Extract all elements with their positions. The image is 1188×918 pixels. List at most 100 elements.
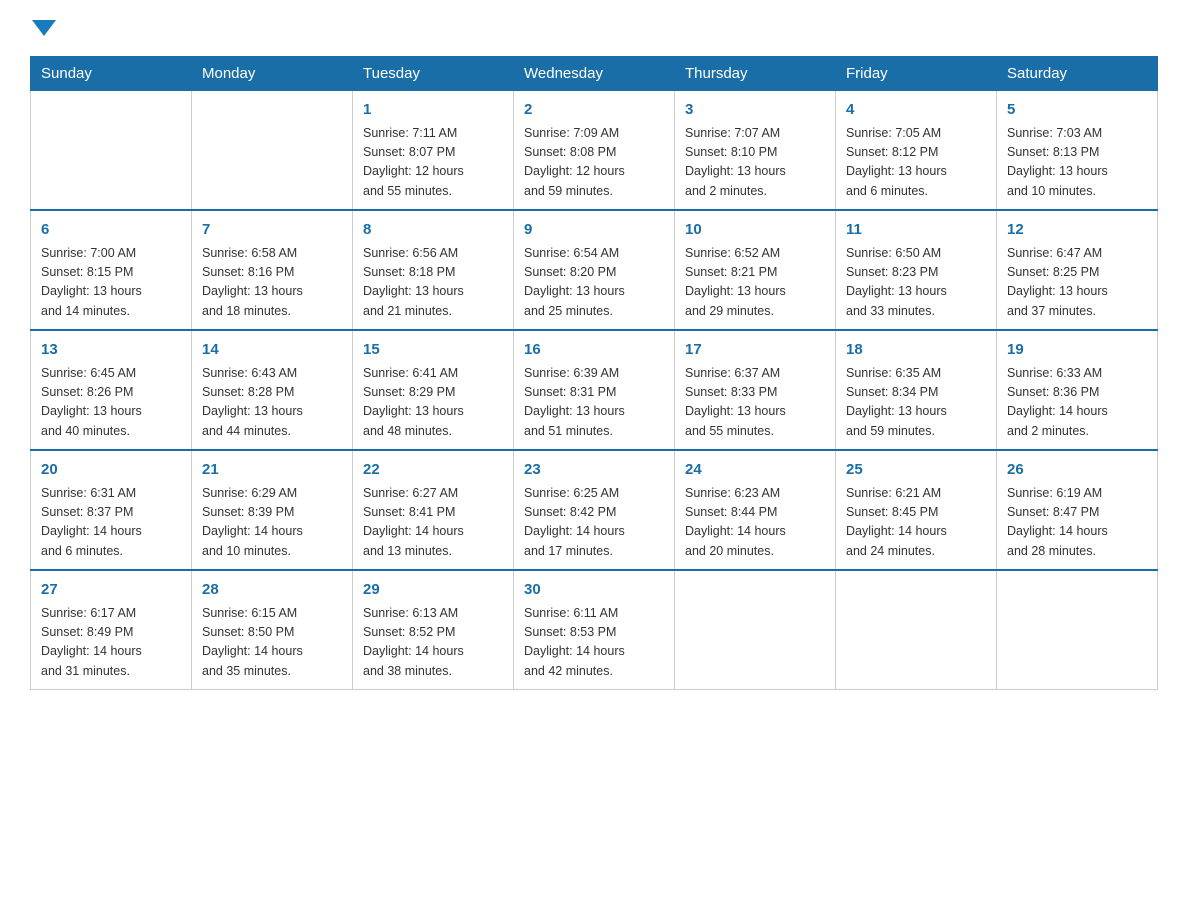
calendar-cell: 10Sunrise: 6:52 AM Sunset: 8:21 PM Dayli…: [675, 210, 836, 330]
calendar-table: SundayMondayTuesdayWednesdayThursdayFrid…: [30, 56, 1158, 690]
day-info: Sunrise: 7:00 AM Sunset: 8:15 PM Dayligh…: [41, 244, 181, 322]
logo: [30, 20, 56, 36]
day-info: Sunrise: 6:35 AM Sunset: 8:34 PM Dayligh…: [846, 364, 986, 442]
calendar-cell: 19Sunrise: 6:33 AM Sunset: 8:36 PM Dayli…: [997, 330, 1158, 450]
day-number: 13: [41, 339, 181, 362]
calendar-cell: 16Sunrise: 6:39 AM Sunset: 8:31 PM Dayli…: [514, 330, 675, 450]
day-of-week-header: Sunday: [31, 57, 192, 91]
day-number: 29: [363, 579, 503, 602]
day-number: 23: [524, 459, 664, 482]
day-number: 10: [685, 219, 825, 242]
day-info: Sunrise: 6:31 AM Sunset: 8:37 PM Dayligh…: [41, 484, 181, 562]
day-number: 11: [846, 219, 986, 242]
calendar-cell: 3Sunrise: 7:07 AM Sunset: 8:10 PM Daylig…: [675, 91, 836, 211]
calendar-cell: [31, 91, 192, 211]
day-info: Sunrise: 6:41 AM Sunset: 8:29 PM Dayligh…: [363, 364, 503, 442]
day-number: 26: [1007, 459, 1147, 482]
day-info: Sunrise: 7:07 AM Sunset: 8:10 PM Dayligh…: [685, 124, 825, 202]
day-number: 24: [685, 459, 825, 482]
calendar-cell: [836, 570, 997, 690]
day-number: 15: [363, 339, 503, 362]
day-info: Sunrise: 6:45 AM Sunset: 8:26 PM Dayligh…: [41, 364, 181, 442]
day-info: Sunrise: 6:25 AM Sunset: 8:42 PM Dayligh…: [524, 484, 664, 562]
day-of-week-header: Friday: [836, 57, 997, 91]
day-number: 27: [41, 579, 181, 602]
day-info: Sunrise: 6:17 AM Sunset: 8:49 PM Dayligh…: [41, 604, 181, 682]
day-number: 1: [363, 99, 503, 122]
day-number: 7: [202, 219, 342, 242]
day-info: Sunrise: 6:50 AM Sunset: 8:23 PM Dayligh…: [846, 244, 986, 322]
day-number: 18: [846, 339, 986, 362]
calendar-cell: 21Sunrise: 6:29 AM Sunset: 8:39 PM Dayli…: [192, 450, 353, 570]
day-number: 19: [1007, 339, 1147, 362]
calendar-week-row: 20Sunrise: 6:31 AM Sunset: 8:37 PM Dayli…: [31, 450, 1158, 570]
day-info: Sunrise: 6:54 AM Sunset: 8:20 PM Dayligh…: [524, 244, 664, 322]
calendar-cell: 13Sunrise: 6:45 AM Sunset: 8:26 PM Dayli…: [31, 330, 192, 450]
calendar-cell: 18Sunrise: 6:35 AM Sunset: 8:34 PM Dayli…: [836, 330, 997, 450]
day-info: Sunrise: 6:13 AM Sunset: 8:52 PM Dayligh…: [363, 604, 503, 682]
day-number: 16: [524, 339, 664, 362]
logo-triangle-icon: [32, 20, 56, 36]
day-info: Sunrise: 6:15 AM Sunset: 8:50 PM Dayligh…: [202, 604, 342, 682]
page-header: [30, 20, 1158, 36]
day-number: 12: [1007, 219, 1147, 242]
calendar-week-row: 6Sunrise: 7:00 AM Sunset: 8:15 PM Daylig…: [31, 210, 1158, 330]
calendar-cell: 6Sunrise: 7:00 AM Sunset: 8:15 PM Daylig…: [31, 210, 192, 330]
calendar-cell: 2Sunrise: 7:09 AM Sunset: 8:08 PM Daylig…: [514, 91, 675, 211]
day-of-week-header: Saturday: [997, 57, 1158, 91]
day-info: Sunrise: 6:33 AM Sunset: 8:36 PM Dayligh…: [1007, 364, 1147, 442]
day-number: 3: [685, 99, 825, 122]
calendar-cell: 14Sunrise: 6:43 AM Sunset: 8:28 PM Dayli…: [192, 330, 353, 450]
calendar-cell: 11Sunrise: 6:50 AM Sunset: 8:23 PM Dayli…: [836, 210, 997, 330]
day-number: 28: [202, 579, 342, 602]
calendar-cell: [997, 570, 1158, 690]
day-number: 2: [524, 99, 664, 122]
day-number: 6: [41, 219, 181, 242]
day-number: 8: [363, 219, 503, 242]
day-info: Sunrise: 7:09 AM Sunset: 8:08 PM Dayligh…: [524, 124, 664, 202]
calendar-cell: 12Sunrise: 6:47 AM Sunset: 8:25 PM Dayli…: [997, 210, 1158, 330]
day-of-week-header: Tuesday: [353, 57, 514, 91]
calendar-cell: 4Sunrise: 7:05 AM Sunset: 8:12 PM Daylig…: [836, 91, 997, 211]
day-number: 4: [846, 99, 986, 122]
day-info: Sunrise: 7:05 AM Sunset: 8:12 PM Dayligh…: [846, 124, 986, 202]
day-info: Sunrise: 6:23 AM Sunset: 8:44 PM Dayligh…: [685, 484, 825, 562]
calendar-cell: 23Sunrise: 6:25 AM Sunset: 8:42 PM Dayli…: [514, 450, 675, 570]
calendar-cell: 25Sunrise: 6:21 AM Sunset: 8:45 PM Dayli…: [836, 450, 997, 570]
calendar-cell: [675, 570, 836, 690]
calendar-cell: 22Sunrise: 6:27 AM Sunset: 8:41 PM Dayli…: [353, 450, 514, 570]
day-number: 21: [202, 459, 342, 482]
day-number: 5: [1007, 99, 1147, 122]
days-of-week-row: SundayMondayTuesdayWednesdayThursdayFrid…: [31, 57, 1158, 91]
calendar-cell: 5Sunrise: 7:03 AM Sunset: 8:13 PM Daylig…: [997, 91, 1158, 211]
day-info: Sunrise: 6:39 AM Sunset: 8:31 PM Dayligh…: [524, 364, 664, 442]
calendar-cell: 24Sunrise: 6:23 AM Sunset: 8:44 PM Dayli…: [675, 450, 836, 570]
calendar-week-row: 27Sunrise: 6:17 AM Sunset: 8:49 PM Dayli…: [31, 570, 1158, 690]
calendar-cell: 27Sunrise: 6:17 AM Sunset: 8:49 PM Dayli…: [31, 570, 192, 690]
calendar-cell: 28Sunrise: 6:15 AM Sunset: 8:50 PM Dayli…: [192, 570, 353, 690]
calendar-cell: 26Sunrise: 6:19 AM Sunset: 8:47 PM Dayli…: [997, 450, 1158, 570]
day-info: Sunrise: 7:11 AM Sunset: 8:07 PM Dayligh…: [363, 124, 503, 202]
day-number: 17: [685, 339, 825, 362]
calendar-cell: 8Sunrise: 6:56 AM Sunset: 8:18 PM Daylig…: [353, 210, 514, 330]
calendar-cell: 7Sunrise: 6:58 AM Sunset: 8:16 PM Daylig…: [192, 210, 353, 330]
day-info: Sunrise: 6:58 AM Sunset: 8:16 PM Dayligh…: [202, 244, 342, 322]
calendar-cell: 1Sunrise: 7:11 AM Sunset: 8:07 PM Daylig…: [353, 91, 514, 211]
day-of-week-header: Wednesday: [514, 57, 675, 91]
calendar-header: SundayMondayTuesdayWednesdayThursdayFrid…: [31, 57, 1158, 91]
day-of-week-header: Monday: [192, 57, 353, 91]
day-number: 9: [524, 219, 664, 242]
day-info: Sunrise: 6:52 AM Sunset: 8:21 PM Dayligh…: [685, 244, 825, 322]
calendar-cell: 15Sunrise: 6:41 AM Sunset: 8:29 PM Dayli…: [353, 330, 514, 450]
day-info: Sunrise: 6:56 AM Sunset: 8:18 PM Dayligh…: [363, 244, 503, 322]
day-info: Sunrise: 6:29 AM Sunset: 8:39 PM Dayligh…: [202, 484, 342, 562]
day-info: Sunrise: 6:37 AM Sunset: 8:33 PM Dayligh…: [685, 364, 825, 442]
calendar-week-row: 13Sunrise: 6:45 AM Sunset: 8:26 PM Dayli…: [31, 330, 1158, 450]
day-info: Sunrise: 6:43 AM Sunset: 8:28 PM Dayligh…: [202, 364, 342, 442]
calendar-week-row: 1Sunrise: 7:11 AM Sunset: 8:07 PM Daylig…: [31, 91, 1158, 211]
day-info: Sunrise: 6:27 AM Sunset: 8:41 PM Dayligh…: [363, 484, 503, 562]
calendar-cell: 20Sunrise: 6:31 AM Sunset: 8:37 PM Dayli…: [31, 450, 192, 570]
day-info: Sunrise: 6:21 AM Sunset: 8:45 PM Dayligh…: [846, 484, 986, 562]
calendar-cell: 30Sunrise: 6:11 AM Sunset: 8:53 PM Dayli…: [514, 570, 675, 690]
day-number: 25: [846, 459, 986, 482]
